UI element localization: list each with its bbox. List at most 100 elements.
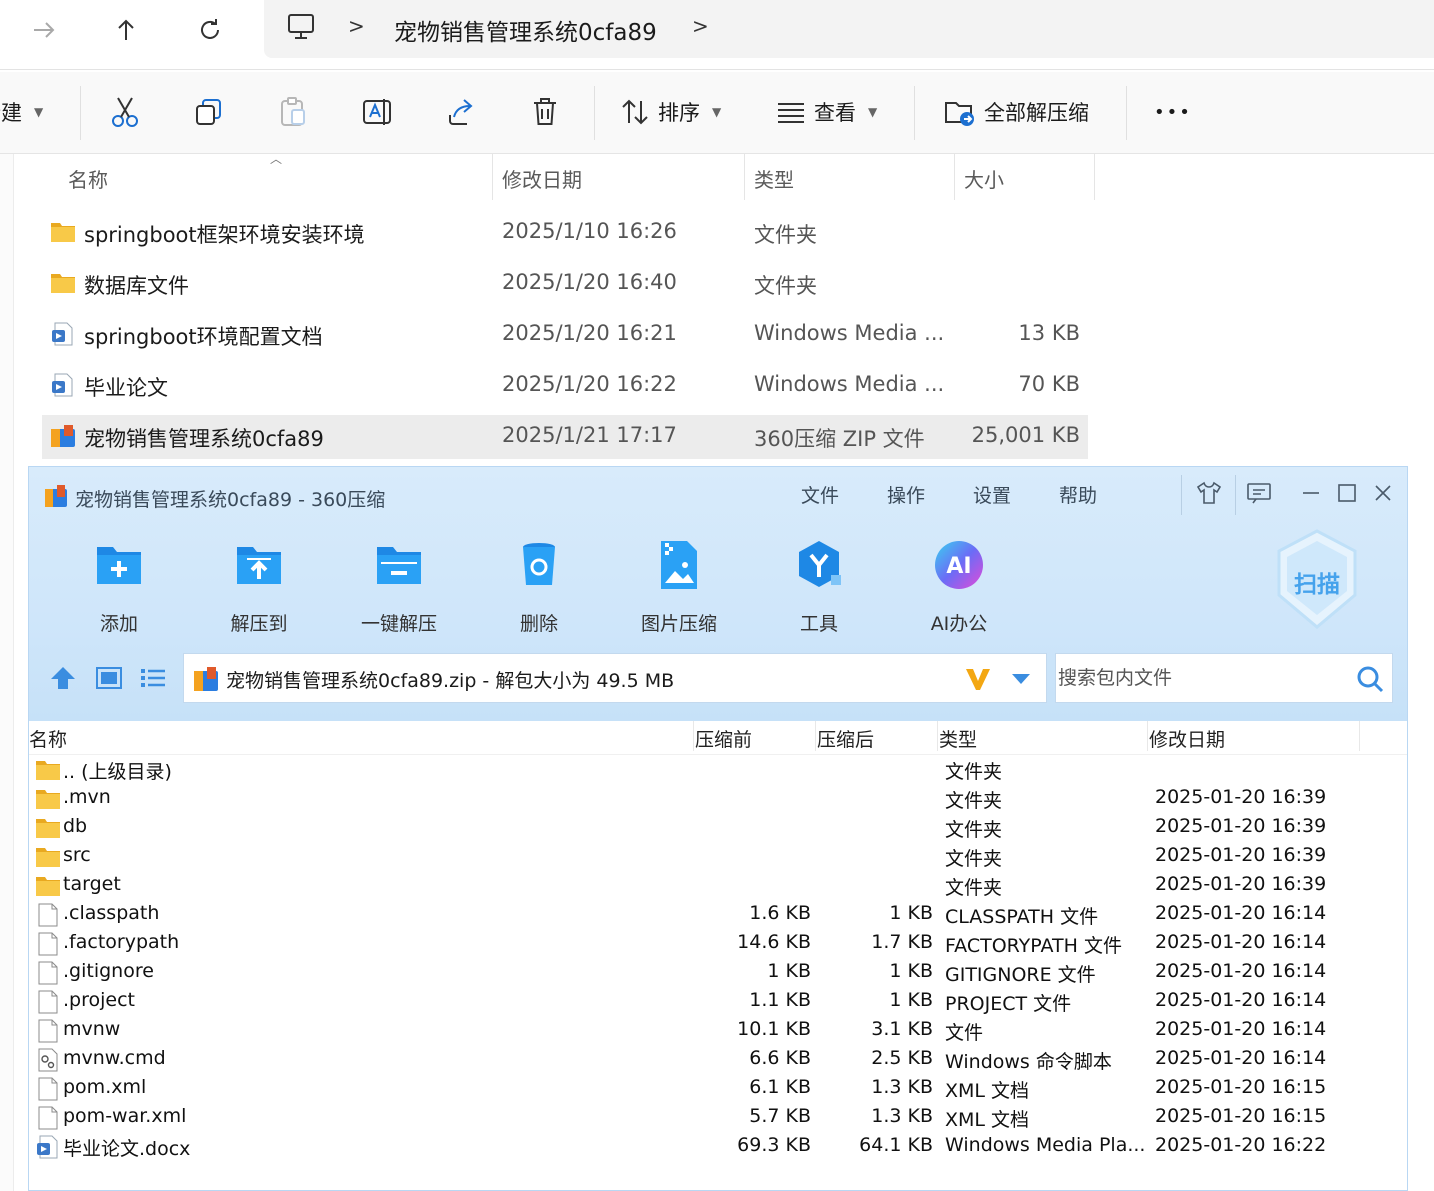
column-divider[interactable] [954, 154, 955, 200]
archive-search-box[interactable] [1055, 653, 1393, 703]
column-divider[interactable] [693, 721, 694, 751]
column-date[interactable]: 修改日期 [502, 164, 582, 193]
zip-file-row[interactable]: .factorypath 14.6 KB 1.7 KB FACTORYPATH 文件 2… [29, 929, 1407, 958]
column-size-before[interactable]: 压缩前 [695, 725, 752, 752]
zip-file-before: 6.6 KB [749, 1047, 811, 1069]
zip-file-row[interactable]: pom-war.xml 5.7 KB 1.3 KB XML 文档 2025-01-20 … [29, 1103, 1407, 1132]
zip-file-after: 1.3 KB [871, 1105, 933, 1127]
navigation-pane[interactable] [0, 154, 14, 1191]
explorer-file-row[interactable]: 数据库文件 2025/1/20 16:40 文件夹 [42, 262, 1088, 306]
chevron-down-icon[interactable] [1010, 672, 1032, 686]
more-options-button[interactable]: ••• [1154, 92, 1192, 132]
explorer-file-row[interactable]: springboot框架环境安装环境 2025/1/10 16:26 文件夹 [42, 211, 1088, 255]
zip-file-row[interactable]: pom.xml 6.1 KB 1.3 KB XML 文档 2025-01-20 16:1… [29, 1074, 1407, 1103]
minimize-button[interactable] [1297, 479, 1325, 507]
add-button[interactable]: 添加 [69, 537, 169, 636]
skin-button[interactable] [1195, 479, 1223, 507]
search-icon[interactable] [1356, 665, 1384, 693]
zip-file-row[interactable]: .mvn 文件夹 2025-01-20 16:39 [29, 784, 1407, 813]
explorer-file-row[interactable]: springboot环境配置文档 2025/1/20 16:21 Windows M… [42, 313, 1088, 357]
column-divider[interactable] [1094, 154, 1095, 200]
extract-all-button[interactable]: 全部解压缩 [944, 92, 1089, 132]
menu-help[interactable]: 帮助 [1059, 481, 1097, 508]
extract-to-button[interactable]: 解压到 [209, 537, 309, 636]
breadcrumb-separator[interactable]: > [692, 14, 709, 38]
breadcrumb-current-folder[interactable]: 宠物销售管理系统0cfa89 [394, 13, 657, 47]
column-date[interactable]: 修改日期 [1149, 725, 1225, 752]
column-divider[interactable] [744, 154, 745, 200]
one-click-extract-button[interactable]: 一键解压 [349, 537, 449, 636]
zip-file-type: CLASSPATH 文件 [945, 906, 1099, 928]
up-button[interactable] [108, 12, 144, 48]
menu-settings[interactable]: 设置 [973, 481, 1011, 508]
column-divider[interactable] [815, 721, 816, 751]
zip-file-name: .. (上级目录) [63, 761, 172, 783]
maximize-button[interactable] [1333, 479, 1361, 507]
menu-file[interactable]: 文件 [801, 481, 839, 508]
address-box[interactable]: > 宠物销售管理系统0cfa89 > [264, 0, 1434, 58]
zip-file-row[interactable]: .. (上级目录) 文件夹 [29, 755, 1407, 784]
file-icon [35, 1019, 61, 1043]
share-button[interactable] [446, 92, 476, 132]
zip-file-row[interactable]: mvnw 10.1 KB 3.1 KB 文件 2025-01-20 16:14 [29, 1016, 1407, 1045]
file-size: 70 KB [1018, 372, 1080, 396]
column-type[interactable]: 类型 [939, 725, 977, 752]
column-type[interactable]: 类型 [754, 164, 794, 193]
cut-button[interactable] [110, 92, 140, 132]
list-view-button[interactable] [139, 665, 167, 695]
list-view-icon [778, 103, 804, 123]
file-icon [35, 932, 61, 956]
sort-icon [622, 99, 648, 125]
column-divider[interactable] [1359, 721, 1360, 751]
zip-file-type: 文件夹 [945, 790, 1003, 812]
explorer-file-row[interactable]: 宠物销售管理系统0cfa89 2025/1/21 17:17 360压缩 ZIP 文… [42, 415, 1088, 459]
scan-button[interactable]: 扫描 [1273, 527, 1361, 631]
zip-file-row[interactable]: .project 1.1 KB 1 KB PROJECT 文件 2025-01-20 1… [29, 987, 1407, 1016]
refresh-button[interactable] [192, 12, 228, 48]
zip-file-row[interactable]: .gitignore 1 KB 1 KB GITIGNORE 文件 2025-01-20… [29, 958, 1407, 987]
delete-button[interactable] [530, 92, 560, 132]
zip-file-row[interactable]: 毕业论文.docx 69.3 KB 64.1 KB Windows Media Pla… [29, 1132, 1407, 1161]
path-row: 宠物销售管理系统0cfa89.zip - 解包大小为 49.5 MB [29, 653, 1407, 703]
copy-button[interactable] [194, 92, 224, 132]
add-label: 添加 [99, 613, 138, 635]
column-size-after[interactable]: 压缩后 [817, 725, 874, 752]
menu-operation[interactable]: 操作 [887, 481, 925, 508]
column-name[interactable]: 名称 [29, 725, 67, 752]
column-divider[interactable] [1147, 721, 1148, 751]
zip-file-type: XML 文档 [945, 1109, 1030, 1131]
zip-file-name: mvnw.cmd [63, 1047, 166, 1069]
ai-office-button[interactable]: AI AI办公 [909, 537, 1009, 636]
feedback-button[interactable] [1245, 479, 1273, 507]
zip-file-after: 1 KB [889, 960, 933, 982]
zip-file-before: 1 KB [767, 960, 811, 982]
rename-button[interactable] [362, 92, 394, 132]
column-divider[interactable] [492, 154, 493, 200]
sort-ascending-icon: ︿ [270, 152, 283, 166]
thumbnail-view-button[interactable] [95, 665, 123, 695]
paste-button[interactable] [278, 92, 308, 132]
zip-file-row[interactable]: mvnw.cmd 6.6 KB 2.5 KB Windows 命令脚本 2025-01-… [29, 1045, 1407, 1074]
zip-file-row[interactable]: db 文件夹 2025-01-20 16:39 [29, 813, 1407, 842]
zip-file-row[interactable]: .classpath 1.6 KB 1 KB CLASSPATH 文件 2025-01-… [29, 900, 1407, 929]
zip-file-row[interactable]: src 文件夹 2025-01-20 16:39 [29, 842, 1407, 871]
column-divider[interactable] [937, 721, 938, 751]
toolbar-divider [594, 86, 595, 140]
forward-button[interactable] [26, 12, 62, 48]
view-button[interactable]: 查看 ▼ [776, 92, 877, 132]
zip-file-name: .project [63, 989, 135, 1011]
archive-path-field[interactable]: 宠物销售管理系统0cfa89.zip - 解包大小为 49.5 MB [183, 653, 1047, 703]
explorer-file-row[interactable]: 毕业论文 2025/1/20 16:22 Windows Media ... 70 K… [42, 364, 1088, 408]
image-compress-button[interactable]: 图片压缩 [629, 537, 729, 636]
column-name[interactable]: 名称 [68, 164, 108, 193]
new-button[interactable]: 新建 ▼ [0, 92, 43, 132]
column-size[interactable]: 大小 [964, 164, 1004, 193]
delete-button[interactable]: 删除 [489, 537, 589, 636]
up-level-button[interactable] [49, 665, 77, 695]
close-button[interactable] [1369, 479, 1397, 507]
tools-button[interactable]: 工具 [769, 537, 869, 636]
archive-search-input[interactable] [1058, 664, 1348, 692]
zip-file-row[interactable]: target 文件夹 2025-01-20 16:39 [29, 871, 1407, 900]
sort-button[interactable]: 排序 ▼ [620, 92, 721, 132]
file-date: 2025/1/20 16:40 [502, 270, 677, 294]
